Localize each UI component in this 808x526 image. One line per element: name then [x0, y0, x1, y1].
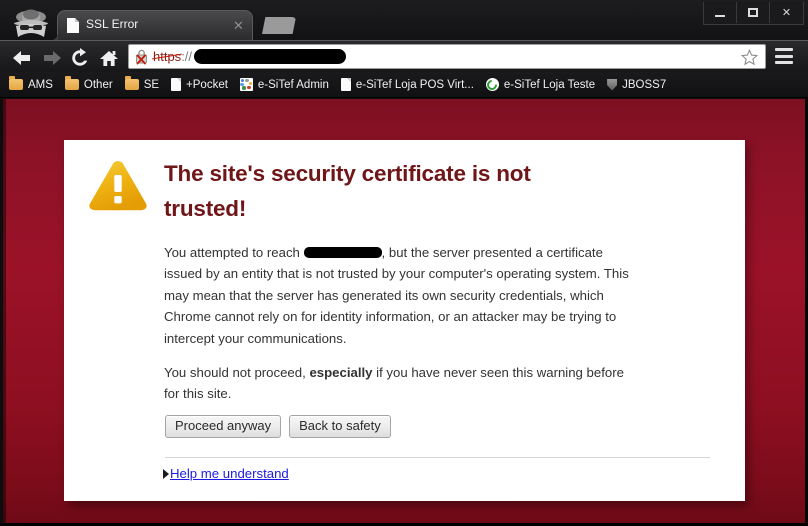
home-icon[interactable] — [97, 46, 121, 70]
menu-bar-3 — [775, 61, 793, 64]
bookmark-star-icon[interactable] — [740, 48, 759, 66]
disclosure-triangle-icon[interactable] — [163, 468, 169, 479]
new-tab-button[interactable] — [262, 17, 296, 34]
bookmark-label: +Pocket — [186, 78, 228, 91]
error-paragraph-1: You attempted to reach , but the server … — [164, 242, 642, 349]
minimize-button[interactable] — [704, 2, 737, 23]
dots-favicon-icon — [239, 78, 253, 91]
reload-icon[interactable] — [68, 46, 92, 70]
hamburger-menu-icon[interactable] — [775, 48, 793, 64]
window-controls: ✕ — [703, 2, 804, 25]
page-title: The site's security certificate is not t… — [164, 161, 531, 221]
page-icon — [67, 18, 79, 33]
action-buttons: Proceed anyway Back to safety — [165, 415, 391, 438]
maximize-icon — [748, 8, 758, 17]
menu-bar-1 — [775, 48, 793, 51]
address-bar[interactable]: https :// — [128, 44, 766, 69]
tab-ssl-error[interactable]: SSL Error ✕ — [49, 10, 253, 41]
help-me-understand-row[interactable]: Help me understand — [163, 466, 289, 481]
ssl-error-page: The site's security certificate is not t… — [3, 99, 805, 523]
bookmark-label: Other — [83, 78, 113, 91]
bookmark-esitef-loja-teste[interactable]: e-SiTef Loja Teste — [485, 78, 596, 91]
redacted-hostname — [303, 247, 382, 259]
broken-padlock-icon[interactable] — [134, 48, 152, 66]
proceed-anyway-button[interactable]: Proceed anyway — [165, 415, 282, 438]
back-arrow-icon[interactable] — [10, 46, 34, 70]
menu-bar-2 — [775, 54, 793, 58]
bookmark-esitef-admin[interactable]: e-SiTef Admin — [239, 78, 329, 91]
tab-strip: SSL Error ✕ ✕ — [0, 0, 808, 41]
folder-icon — [9, 76, 23, 90]
error-paragraph-2: You should not proceed, especially if yo… — [164, 362, 642, 405]
paragraph1-prefix: You attempted to reach — [164, 245, 304, 260]
warning-triangle-icon — [87, 158, 149, 214]
close-icon[interactable]: ✕ — [232, 19, 245, 32]
bookmark-ams[interactable]: AMS — [9, 76, 53, 91]
bookmark-label: SE — [143, 78, 160, 91]
incognito-spy-icon — [8, 8, 54, 38]
url-scheme: https — [153, 49, 182, 64]
bookmarks-bar: AMS Other SE +Pocket e-SiTef Admin e-SiT… — [0, 72, 808, 98]
help-me-understand-link[interactable]: Help me understand — [170, 466, 289, 481]
page-icon — [340, 78, 351, 91]
bookmark-label: e-SiTef Loja Teste — [503, 78, 596, 91]
browser-toolbar: https :// — [0, 40, 808, 72]
paragraph1-suffix: , but the server presented a certificate… — [164, 245, 629, 346]
gray-shield-favicon-icon — [607, 78, 618, 91]
bookmark-se[interactable]: SE — [124, 76, 160, 91]
bookmark-jboss7[interactable]: JBOSS7 — [607, 78, 667, 91]
bookmark-label: e-SiTef Loja POS Virt... — [355, 78, 474, 91]
back-to-safety-button[interactable]: Back to safety — [289, 415, 391, 438]
paragraph2-emphasis: especially — [309, 365, 373, 380]
folder-icon — [124, 76, 139, 90]
browser-window: SSL Error ✕ ✕ https:// AMS Other SE +Po… — [0, 0, 808, 526]
minimize-icon — [715, 14, 725, 17]
paragraph2-start: You should not proceed, — [164, 365, 310, 380]
forward-arrow-icon — [40, 46, 64, 70]
folder-icon — [64, 76, 79, 90]
bookmark-label: JBOSS7 — [622, 78, 667, 91]
url-separator: :// — [181, 49, 193, 64]
url-text: https :// — [153, 49, 347, 64]
redacted-host — [194, 49, 347, 64]
close-button[interactable]: ✕ — [770, 2, 803, 23]
bookmark-pocket[interactable]: +Pocket — [171, 78, 228, 91]
bookmark-label: AMS — [28, 78, 53, 91]
page-icon — [171, 78, 182, 91]
bookmark-esitef-loja-pos[interactable]: e-SiTef Loja POS Virt... — [340, 78, 474, 91]
section-divider — [165, 457, 710, 458]
tab-title: SSL Error — [86, 17, 139, 31]
green-refresh-favicon-icon — [485, 78, 499, 91]
error-card: The site's security certificate is not t… — [64, 140, 745, 501]
bookmark-other[interactable]: Other — [64, 76, 113, 91]
bookmark-label: e-SiTef Admin — [257, 78, 329, 91]
maximize-button[interactable] — [737, 2, 770, 23]
page-edge-shadow — [3, 99, 6, 523]
